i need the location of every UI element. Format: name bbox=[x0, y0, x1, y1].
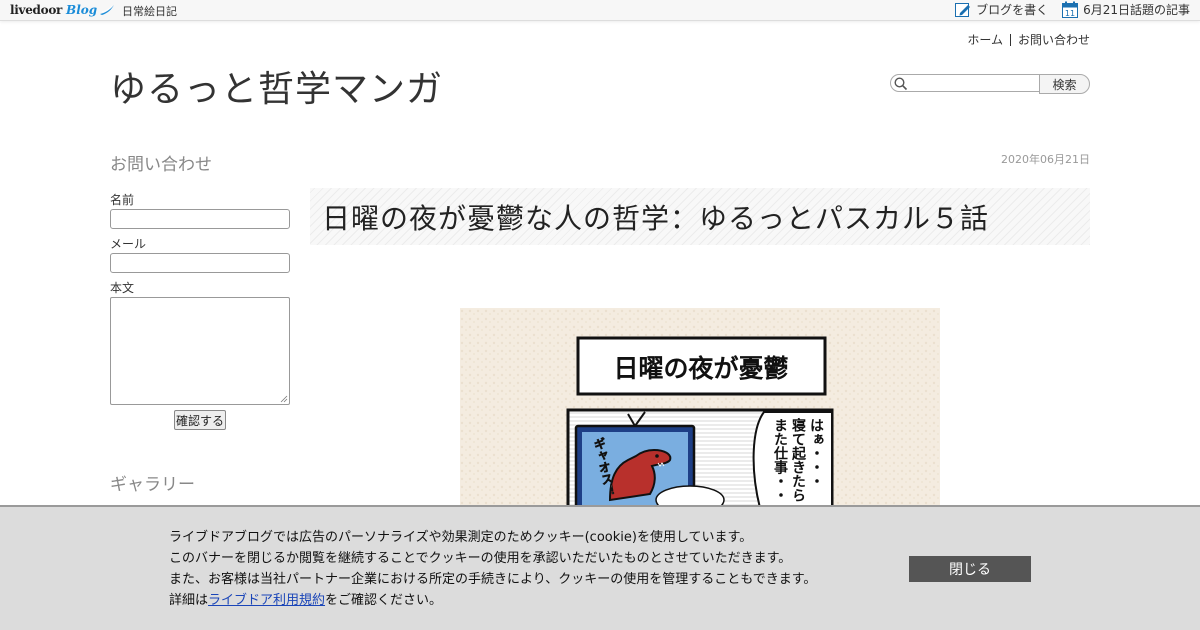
terms-link[interactable]: ライブドア利用規約 bbox=[208, 593, 325, 608]
name-field[interactable] bbox=[110, 209, 290, 229]
resize-grip-icon[interactable] bbox=[280, 395, 288, 403]
post-date: 2020年06月21日 bbox=[1001, 153, 1090, 166]
cookie-message: ライブドアブログでは広告のパーソナライズや効果測定のためクッキー(cookie)… bbox=[169, 527, 816, 611]
write-blog-label: ブログを書く bbox=[976, 3, 1049, 17]
top-bar: livedoor Blog 日常絵日記 ブログを書く 11 6月21日話題の記事 bbox=[0, 0, 1200, 21]
cookie-line-3: また、お客様は当社パートナー企業における所定の手続きにより、クッキーの使用を管理… bbox=[169, 572, 817, 587]
cookie-line-2: このバナーを閉じるか閲覧を継続することでクッキーの使用を承認いただいたものとさせ… bbox=[169, 551, 792, 566]
close-banner-button[interactable]: 閉じる bbox=[909, 556, 1031, 582]
mail-field[interactable] bbox=[110, 253, 290, 273]
blog-category-link[interactable]: 日常絵日記 bbox=[122, 3, 177, 19]
search-form: 検索 bbox=[890, 74, 1090, 94]
manga-speech-line-3: また仕事・・・ bbox=[772, 418, 789, 508]
calendar-day-number: 11 bbox=[1065, 9, 1075, 18]
body-textarea[interactable] bbox=[110, 297, 290, 405]
body-label: 本文 bbox=[110, 281, 135, 295]
topic-articles-link[interactable]: 11 6月21日話題の記事 bbox=[1062, 1, 1190, 18]
wing-icon bbox=[100, 5, 115, 15]
nav-home-link[interactable]: ホーム bbox=[967, 31, 1003, 48]
gallery-heading: ギャラリー bbox=[110, 475, 195, 495]
post-title-box: 日曜の夜が憂鬱な人の哲学：ゆるっとパスカル５話 bbox=[310, 188, 1090, 245]
calendar-icon: 11 bbox=[1062, 1, 1079, 18]
topic-articles-label: 6月21日話題の記事 bbox=[1083, 3, 1190, 17]
logo-blog-text: Blog bbox=[66, 3, 98, 17]
pencil-icon bbox=[955, 2, 971, 17]
manga-speech-line-2: 寝て起きたら bbox=[790, 417, 807, 502]
cookie-line-4: 詳細はライブドア利用規約をご確認ください。 bbox=[169, 590, 816, 611]
cookie-line-4-prefix: 詳細は bbox=[169, 593, 209, 608]
cookie-line-1: ライブドアブログでは広告のパーソナライズや効果測定のためクッキー(cookie)… bbox=[169, 530, 753, 545]
cookie-line-4-suffix: をご確認ください。 bbox=[325, 593, 443, 608]
manga-image[interactable]: 日曜の夜が憂鬱 ギャオス！ はぁ・・・ 寝て起きたら また仕事・・・ bbox=[460, 308, 940, 508]
nav-contact-link[interactable]: お問い合わせ bbox=[1018, 31, 1090, 48]
post-title[interactable]: 日曜の夜が憂鬱な人の哲学：ゆるっとパスカル５話 bbox=[322, 197, 989, 237]
manga-speech-line-1: はぁ・・・ bbox=[808, 418, 824, 488]
logo-livedoor-text: livedoor bbox=[10, 3, 63, 17]
search-button[interactable]: 検索 bbox=[1039, 74, 1090, 94]
search-icon bbox=[894, 77, 908, 91]
mail-label: メール bbox=[110, 237, 147, 251]
manga-title-text: 日曜の夜が憂鬱 bbox=[613, 354, 788, 383]
search-input[interactable] bbox=[890, 74, 1041, 92]
cookie-banner: ライブドアブログでは広告のパーソナライズや効果測定のためクッキー(cookie)… bbox=[0, 505, 1200, 630]
livedoor-blog-logo[interactable]: livedoor Blog bbox=[10, 2, 115, 18]
manga-illustration: 日曜の夜が憂鬱 ギャオス！ はぁ・・・ 寝て起きたら また仕事・・・ bbox=[460, 308, 940, 508]
write-blog-link[interactable]: ブログを書く bbox=[955, 1, 1048, 18]
nav-divider bbox=[1009, 33, 1011, 46]
contact-heading: お問い合わせ bbox=[110, 155, 212, 175]
confirm-button[interactable]: 確認する bbox=[174, 410, 226, 430]
site-title[interactable]: ゆるっと哲学マンガ bbox=[110, 60, 443, 112]
header-nav: ホーム お問い合わせ bbox=[967, 31, 1090, 48]
name-label: 名前 bbox=[110, 193, 135, 207]
